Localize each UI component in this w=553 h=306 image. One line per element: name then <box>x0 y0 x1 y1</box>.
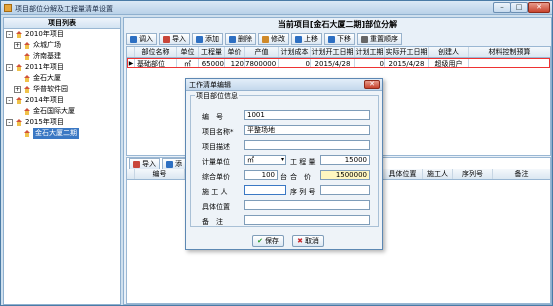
import-icon <box>133 160 140 168</box>
project-icon <box>23 130 31 137</box>
cancel-button[interactable]: ✖ 取消 <box>292 235 324 247</box>
price-label: 综合单价 <box>202 173 230 181</box>
qty-field[interactable]: 15000 <box>320 155 370 165</box>
project-tree-panel: 项目列表 -2010年项目 + 众城广场 济南基建 -2011年项目 金石大厦 +… <box>3 17 121 305</box>
dialog-title: 工作清单编辑 <box>186 79 382 91</box>
import-in-button[interactable]: 调入 <box>126 33 157 45</box>
table-row[interactable]: ▶ 基础部位 ㎡ 65000 120 7800000 0 2015/4/28 0… <box>127 58 550 68</box>
code-label: 编 号 <box>202 113 223 121</box>
worker-field[interactable] <box>244 185 286 195</box>
name-label: 项目名称* <box>202 128 234 136</box>
expand-icon[interactable]: + <box>14 42 21 49</box>
tree-node-2010[interactable]: -2010年项目 <box>4 29 120 40</box>
project-icon <box>23 42 31 49</box>
desc-label: 项目描述 <box>202 143 230 151</box>
location-label: 具体位置 <box>202 203 230 211</box>
edit-icon <box>262 35 269 43</box>
window-title: 项目部位分解及工程量清单设置 <box>15 5 113 13</box>
expand-icon[interactable]: + <box>14 86 21 93</box>
price-field[interactable]: 100 <box>244 170 278 180</box>
title-bar: 项目部位分解及工程量清单设置 – □ ✕ <box>1 1 552 15</box>
reorder-icon <box>361 35 368 43</box>
app-icon <box>4 4 12 12</box>
move-down-button[interactable]: 下移 <box>324 33 355 45</box>
tree-node-2015[interactable]: -2015年项目 <box>4 117 120 128</box>
note-label: 备 注 <box>202 218 223 226</box>
folder-home-icon <box>15 64 23 71</box>
cancel-x-icon: ✖ <box>297 237 303 245</box>
group-label: 项目部位信息 <box>195 91 239 101</box>
total-label: 合 价 <box>290 173 311 181</box>
unit-select[interactable]: ㎡ ▾ <box>244 155 286 165</box>
folder-home-icon <box>15 31 23 38</box>
folder-home-icon <box>15 97 23 104</box>
import-button[interactable]: 导入 <box>159 33 190 45</box>
location-field[interactable] <box>244 200 370 210</box>
collapse-icon[interactable]: - <box>6 97 13 104</box>
arrow-up-icon <box>295 35 302 43</box>
collapse-icon[interactable]: - <box>6 31 13 38</box>
checkmark-icon: ✔ <box>257 237 263 245</box>
move-up-button[interactable]: 上移 <box>291 33 322 45</box>
worker-label: 施 工 人 <box>202 188 228 196</box>
save-button[interactable]: ✔ 保存 <box>252 235 284 247</box>
reset-order-button[interactable]: 重置顺序 <box>357 33 402 45</box>
project-icon <box>23 53 31 60</box>
maximize-button[interactable]: □ <box>510 2 528 13</box>
unit-label: 计量单位 <box>202 158 230 166</box>
tree-node-jinshi[interactable]: 金石大厦 <box>4 73 120 84</box>
collapse-icon[interactable]: - <box>6 119 13 126</box>
table-header: 部位名称 单位 工程量 单价 产值 计划成本 计划开工日期 计划工期 实际开工日… <box>127 47 550 58</box>
edit-button[interactable]: 修改 <box>258 33 289 45</box>
main-toolbar: 调入 导入 添加 删除 修改 上移 下移 重置顺序 <box>126 33 402 45</box>
folder-home-icon <box>15 119 23 126</box>
tree-node-jinan[interactable]: 济南基建 <box>4 51 120 62</box>
arrow-down-icon <box>328 35 335 43</box>
collapse-icon[interactable]: - <box>6 64 13 71</box>
plus-icon <box>166 160 173 168</box>
dialog-close-button[interactable]: ✕ <box>364 80 380 89</box>
tree-node-2014[interactable]: -2014年项目 <box>4 95 120 106</box>
tree-node-2011[interactable]: -2011年项目 <box>4 62 120 73</box>
close-button[interactable]: ✕ <box>528 2 550 13</box>
qty-label: 工 程 量 <box>290 158 316 166</box>
project-icon <box>23 75 31 82</box>
project-icon <box>23 108 31 115</box>
serial-label: 序 列 号 <box>290 188 316 196</box>
delete-button[interactable]: 删除 <box>225 33 256 45</box>
plus-icon <box>130 35 137 43</box>
add-button[interactable]: 添加 <box>192 33 223 45</box>
serial-field[interactable] <box>320 185 370 195</box>
minimize-button[interactable]: – <box>493 2 511 13</box>
work-list-edit-dialog: 工作清单编辑 ✕ 项目部位信息 编 号 1001 项目名称* 平整场地 项目描述… <box>185 78 383 250</box>
price-unit-label: 台 <box>280 173 287 181</box>
chevron-down-icon: ▾ <box>280 156 284 163</box>
code-field[interactable]: 1001 <box>244 110 370 120</box>
note-field[interactable] <box>244 215 370 225</box>
page-title: 当前项目[金石大厦二期]部位分解 <box>277 20 398 29</box>
main-window: 项目部位分解及工程量清单设置 – □ ✕ 项目列表 -2010年项目 + 众城广场… <box>0 0 553 306</box>
tree-node-zhongcheng[interactable]: + 众城广场 <box>4 40 120 51</box>
tree-node-jinshi-intl[interactable]: 金石国际大厦 <box>4 106 120 117</box>
plus-icon <box>196 35 203 43</box>
import-icon <box>163 35 170 43</box>
name-field[interactable]: 平整场地 <box>244 125 370 135</box>
tree-node-huapu[interactable]: + 华普软件园 <box>4 84 120 95</box>
tree-node-jinshi-phase2[interactable]: 金石大厦二期 <box>4 128 120 139</box>
desc-field[interactable] <box>244 140 370 150</box>
tree-header: 项目列表 <box>4 18 120 29</box>
project-icon <box>23 86 31 93</box>
minus-icon <box>229 35 236 43</box>
total-field[interactable]: 1500000 <box>320 170 370 180</box>
